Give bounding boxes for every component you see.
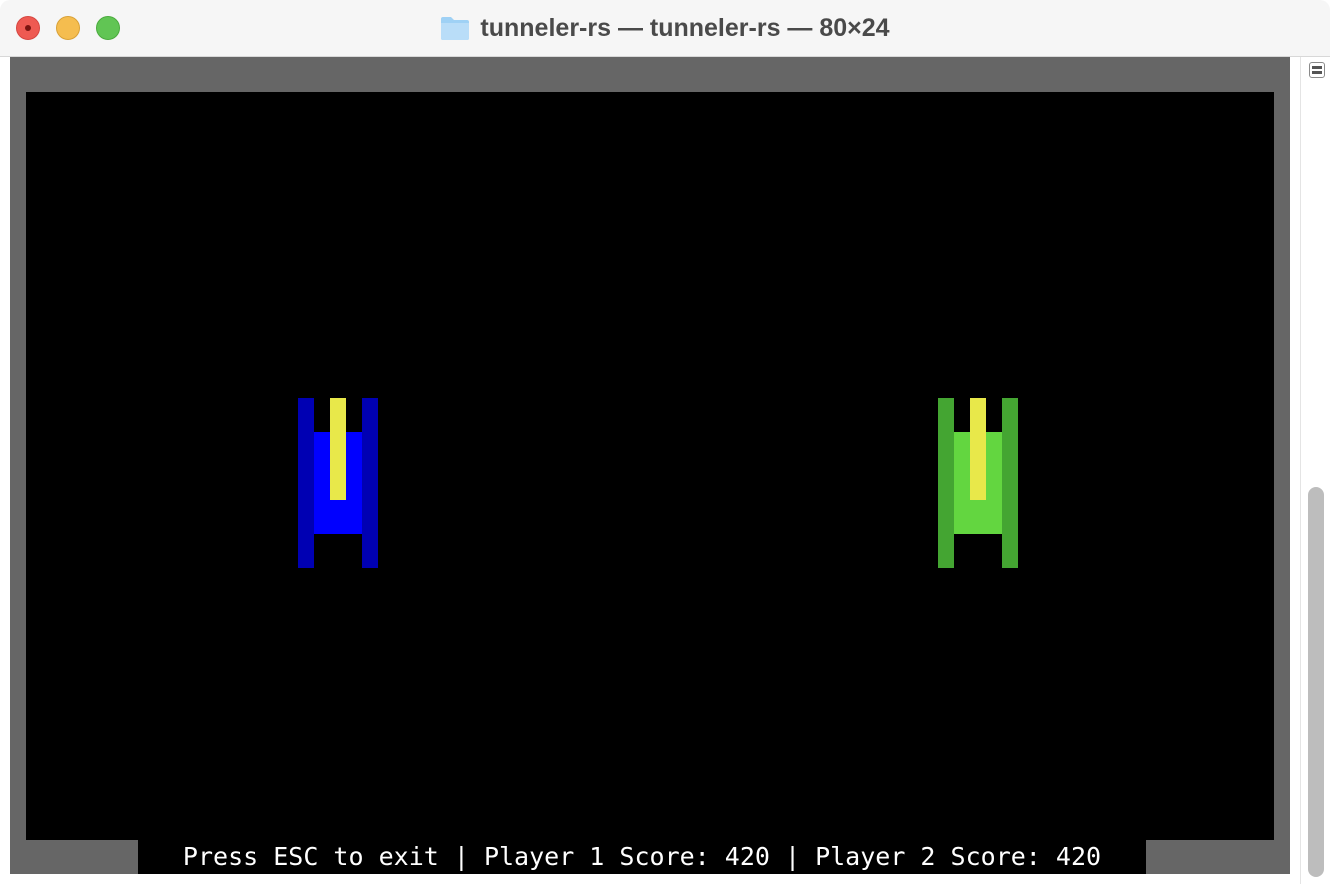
player-2-left-track [938,398,954,568]
status-line: Press ESC to exit | Player 1 Score: 420 … [138,840,1146,874]
terminal-window: tunneler-rs — tunneler-rs — 80×24 Press … [0,0,1330,884]
player-2-cannon [970,398,986,500]
window-title-group: tunneler-rs — tunneler-rs — 80×24 [0,0,1330,56]
folder-icon [441,17,470,40]
split-line-icon [1312,71,1322,74]
split-pane-icon[interactable] [1309,62,1325,78]
player-1-right-track [362,398,378,568]
title-bar[interactable]: tunneler-rs — tunneler-rs — 80×24 [0,0,1330,57]
scrollbar-thumb[interactable] [1308,487,1324,877]
window-title: tunneler-rs — tunneler-rs — 80×24 [480,13,890,42]
player-1-left-track [298,398,314,568]
game-playfield [26,92,1274,840]
player-1-cannon [330,398,346,500]
player-2-right-track [1002,398,1018,568]
terminal-content[interactable]: Press ESC to exit | Player 1 Score: 420 … [10,57,1290,874]
scrollbar[interactable] [1300,57,1330,884]
split-line-icon [1312,66,1322,69]
